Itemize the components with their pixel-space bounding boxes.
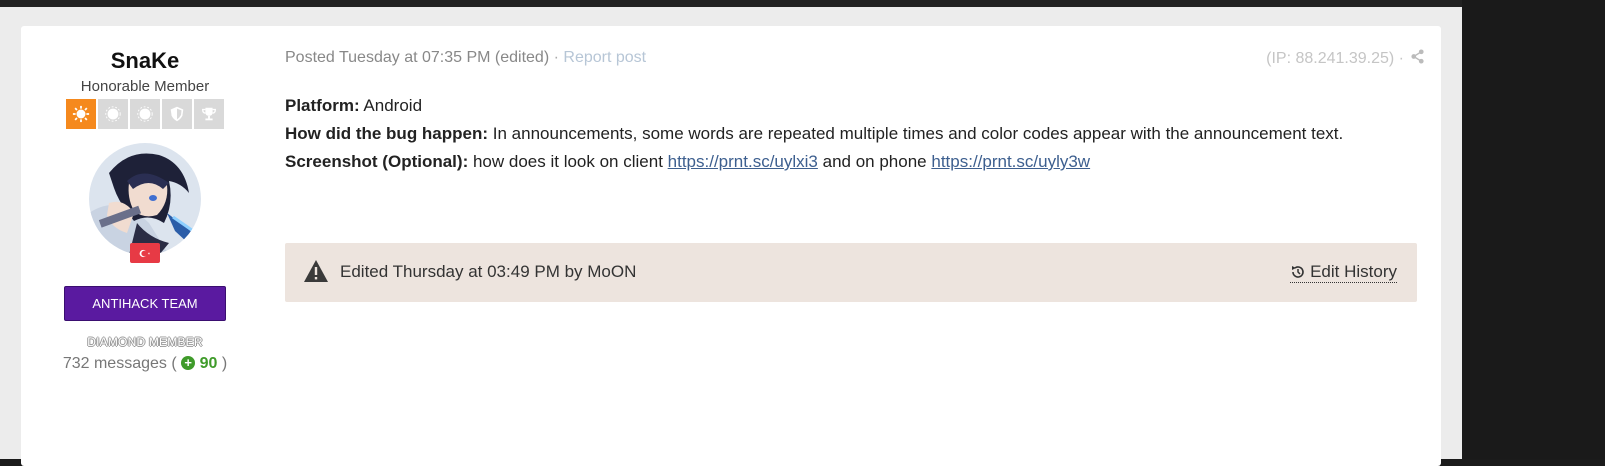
screenshot-label: Screenshot (Optional): xyxy=(285,152,469,171)
messages-prefix: 732 messages ( xyxy=(62,355,177,372)
posted-date[interactable]: Posted Tuesday at 07:35 PM (edited) xyxy=(285,49,549,66)
member-rank: DIAMOND MEMBER xyxy=(87,335,203,349)
message-count: 732 messages ( + 90 ) xyxy=(61,355,229,373)
avatar-container xyxy=(89,143,201,263)
username[interactable]: SnaKe xyxy=(61,48,229,74)
circle-badge-icon[interactable] xyxy=(98,99,128,129)
post-card: SnaKe Honorable Member ANTIHACK TEAM DIA… xyxy=(21,26,1441,466)
history-icon xyxy=(1292,266,1304,278)
bug-value: In announcements, some words are repeate… xyxy=(492,124,1344,143)
client-screenshot-link[interactable]: https://prnt.sc/uylxi3 xyxy=(668,152,818,171)
edit-text: Edited Thursday at 03:49 PM by MoON xyxy=(340,262,637,281)
sun-badge-icon[interactable] xyxy=(66,99,96,129)
report-post-link[interactable]: Report post xyxy=(563,49,646,66)
edit-history-label: Edit History xyxy=(1310,262,1397,281)
right-panel xyxy=(1462,0,1605,459)
circle-badge-icon[interactable] xyxy=(130,99,160,129)
edit-history-link[interactable]: Edit History xyxy=(1290,262,1397,283)
shield-badge-icon[interactable] xyxy=(162,99,192,129)
user-title: Honorable Member xyxy=(80,78,210,95)
bug-line: How did the bug happen: In announcements… xyxy=(285,120,1343,148)
platform-line: Platform: Android xyxy=(285,92,1343,120)
badge-row xyxy=(61,99,229,129)
screenshot-line: Screenshot (Optional): how does it look … xyxy=(285,148,1343,176)
meta-separator: · xyxy=(553,49,559,66)
turkey-flag-icon xyxy=(130,243,160,263)
ip-address: (IP: 88.241.39.25) · xyxy=(1266,50,1404,67)
platform-value: Android xyxy=(363,96,423,115)
messages-suffix: ) xyxy=(221,355,228,372)
plus-circle-icon: + xyxy=(181,356,196,370)
warning-icon xyxy=(304,260,328,282)
avatar[interactable] xyxy=(89,143,201,255)
screenshot-text-2: and on phone xyxy=(822,152,927,171)
reputation-value: 90 xyxy=(199,355,218,372)
bug-label: How did the bug happen: xyxy=(285,124,489,143)
group-badge-button[interactable]: ANTIHACK TEAM xyxy=(64,286,226,321)
author-panel: SnaKe Honorable Member ANTIHACK TEAM DIA… xyxy=(61,46,229,373)
trophy-badge-icon[interactable] xyxy=(194,99,224,129)
screenshot-text-1: how does it look on client xyxy=(472,152,663,171)
ip-area: (IP: 88.241.39.25) · xyxy=(1266,49,1425,69)
reputation[interactable]: + 90 xyxy=(181,355,217,372)
phone-screenshot-link[interactable]: https://prnt.sc/uyly3w xyxy=(931,152,1090,171)
top-bar xyxy=(0,0,1462,7)
post-meta: Posted Tuesday at 07:35 PM (edited) · Re… xyxy=(285,49,646,67)
share-icon[interactable] xyxy=(1410,49,1425,69)
post-content: Platform: Android How did the bug happen… xyxy=(285,92,1343,176)
edit-notice: Edited Thursday at 03:49 PM by MoON Edit… xyxy=(285,243,1417,302)
platform-label: Platform: xyxy=(285,96,360,115)
